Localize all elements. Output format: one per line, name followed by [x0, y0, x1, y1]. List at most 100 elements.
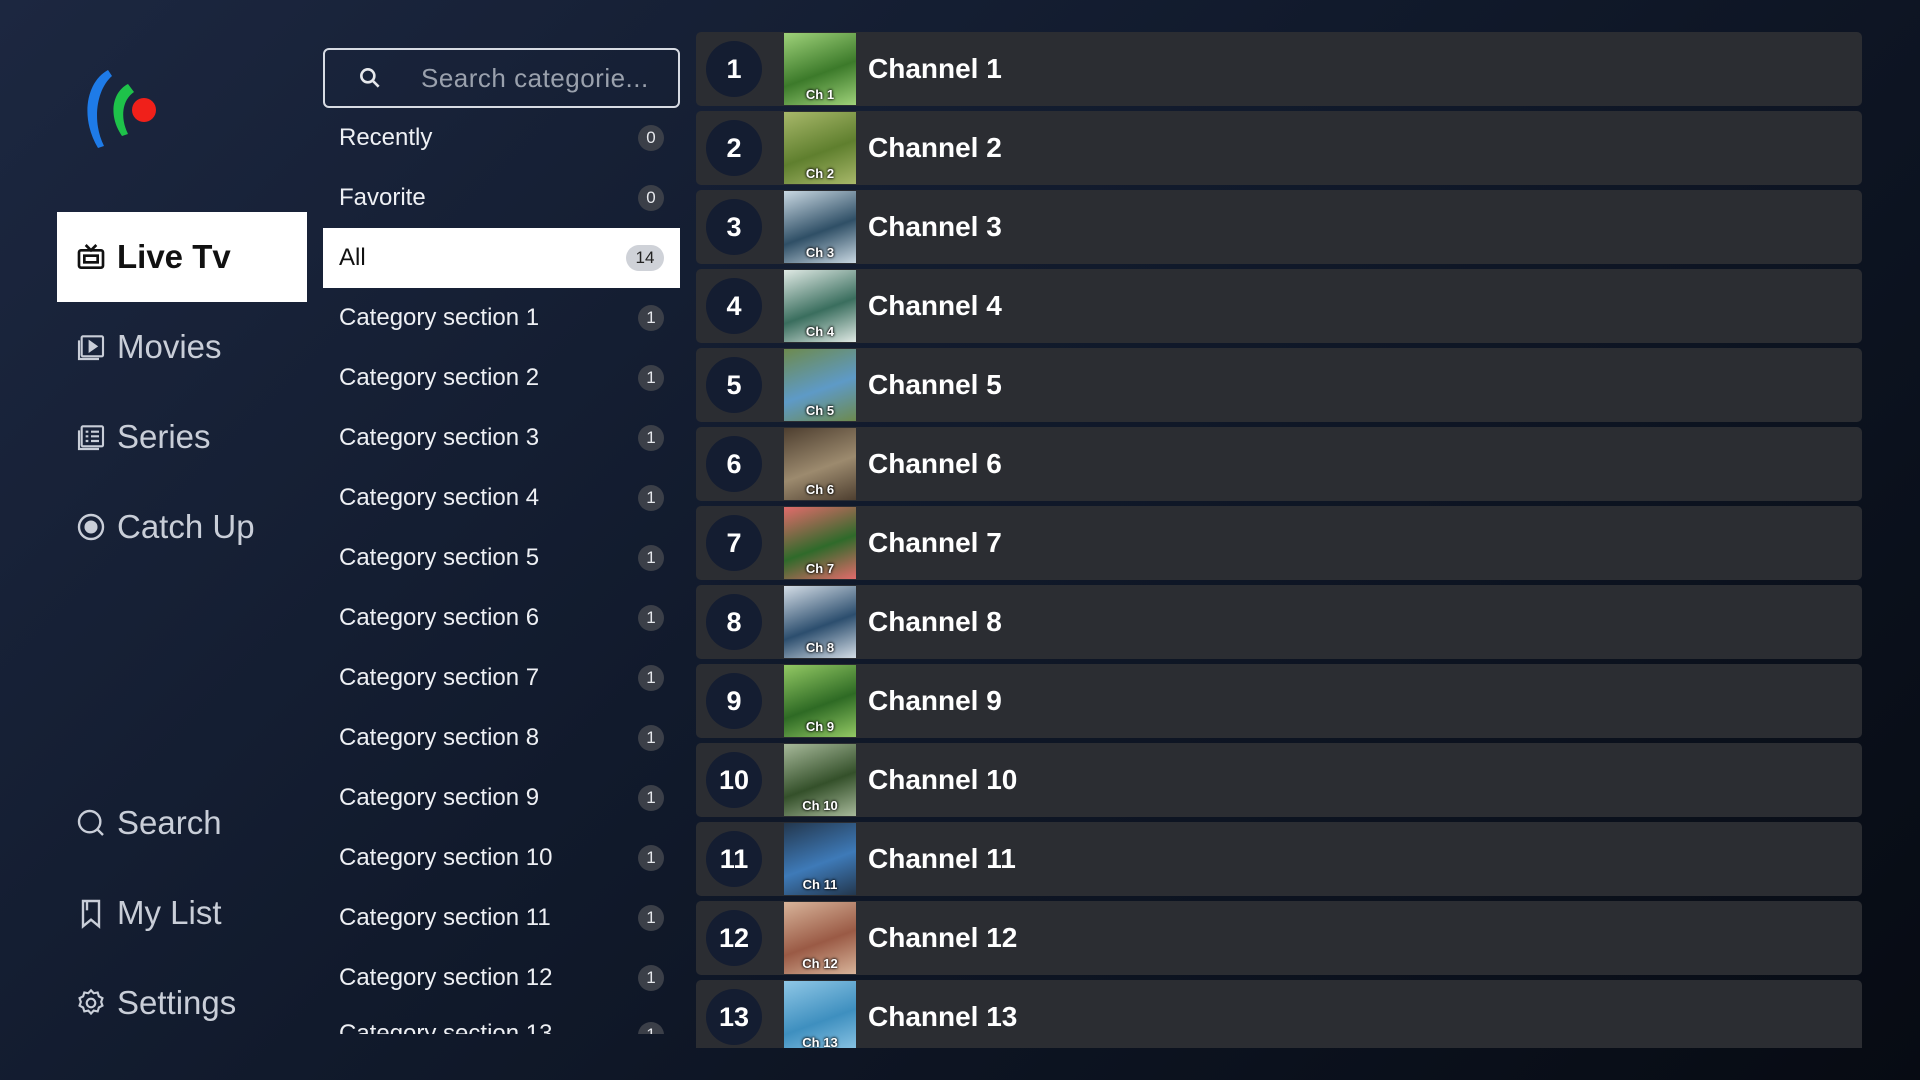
count-badge: 1	[638, 545, 664, 571]
category-item[interactable]: Category section 10 1	[323, 828, 680, 888]
category-label: Category section 4	[339, 484, 540, 511]
count-badge: 1	[638, 725, 664, 751]
category-search-input[interactable]: Search categorie...	[323, 48, 680, 108]
category-item[interactable]: Category section 13 1	[323, 1008, 680, 1034]
channel-name: Channel 11	[868, 843, 1016, 874]
category-item[interactable]: Category section 8 1	[323, 708, 680, 768]
category-item[interactable]: Category section 9 1	[323, 768, 680, 828]
channel-number: 12	[706, 910, 762, 966]
bookmark-icon	[75, 897, 107, 929]
nav-label: My List	[117, 894, 222, 931]
series-list-icon	[75, 421, 107, 453]
thumbnail-label: Ch 4	[805, 324, 835, 339]
main-nav: Live Tv Movies Series Catch Up	[57, 212, 307, 572]
channel-thumbnail: Ch 10	[784, 744, 856, 816]
record-icon	[75, 511, 107, 543]
channel-number: 10	[706, 752, 762, 808]
channel-name: Channel 10	[868, 764, 1018, 795]
thumbnail-label: Ch 1	[805, 87, 835, 102]
channel-name: Channel 13	[868, 1001, 1018, 1032]
channel-row[interactable]: 9 Ch 9 Channel 9	[696, 664, 1862, 738]
category-item[interactable]: Category section 11 1	[323, 888, 680, 948]
category-item[interactable]: Favorite 0	[323, 168, 680, 228]
thumbnail-label: Ch 8	[805, 640, 835, 655]
channel-number: 8	[706, 594, 762, 650]
nav-label: Settings	[117, 984, 237, 1021]
channel-thumbnail: Ch 6	[784, 428, 856, 500]
channel-thumbnail: Ch 4	[784, 270, 856, 342]
nav-item-movies[interactable]: Movies	[57, 302, 307, 392]
category-list: Recently 0 Favorite 0 All 14 Category section …	[323, 108, 680, 1034]
channel-name: Channel 3	[868, 211, 1002, 242]
channel-row[interactable]: 7 Ch 7 Channel 7	[696, 506, 1862, 580]
channel-thumbnail: Ch 2	[784, 112, 856, 184]
channel-thumbnail: Ch 3	[784, 191, 856, 263]
channel-row[interactable]: 3 Ch 3 Channel 3	[696, 190, 1862, 264]
channel-row[interactable]: 4 Ch 4 Channel 4	[696, 269, 1862, 343]
play-box-icon	[75, 331, 107, 363]
category-item[interactable]: Recently 0	[323, 108, 680, 168]
category-item[interactable]: Category section 6 1	[323, 588, 680, 648]
search-icon	[360, 68, 380, 88]
nav-item-my-list[interactable]: My List	[57, 868, 307, 958]
channel-number: 5	[706, 357, 762, 413]
channel-row[interactable]: 6 Ch 6 Channel 6	[696, 427, 1862, 501]
count-badge: 1	[638, 845, 664, 871]
category-item[interactable]: Category section 3 1	[323, 408, 680, 468]
channel-name: Channel 2	[868, 132, 1002, 163]
nav-label: Live Tv	[117, 238, 231, 275]
nav-item-search[interactable]: Search	[57, 778, 307, 868]
channel-row[interactable]: 11 Ch 11 Channel 11	[696, 822, 1862, 896]
app-logo	[87, 70, 156, 148]
channel-thumbnail: Ch 1	[784, 33, 856, 105]
category-item[interactable]: Category section 2 1	[323, 348, 680, 408]
category-label: Favorite	[339, 184, 426, 211]
category-label: Category section 12	[339, 964, 553, 991]
gear-icon	[75, 987, 107, 1019]
count-badge: 1	[638, 1022, 664, 1034]
channel-name: Channel 5	[868, 369, 1002, 400]
count-badge: 1	[638, 425, 664, 451]
channel-name: Channel 9	[868, 685, 1002, 716]
category-label: Category section 2	[339, 364, 540, 391]
nav-item-catch-up[interactable]: Catch Up	[57, 482, 307, 572]
channel-row[interactable]: 12 Ch 12 Channel 12	[696, 901, 1862, 975]
channel-row[interactable]: 1 Ch 1 Channel 1	[696, 32, 1862, 106]
category-label: Category section 10	[339, 844, 553, 871]
category-label: Category section 6	[339, 604, 540, 631]
category-item[interactable]: Category section 1 1	[323, 288, 680, 348]
channel-thumbnail: Ch 13	[784, 981, 856, 1048]
channel-number: 7	[706, 515, 762, 571]
category-item[interactable]: Category section 4 1	[323, 468, 680, 528]
category-label: Category section 3	[339, 424, 540, 451]
channel-row[interactable]: 8 Ch 8 Channel 8	[696, 585, 1862, 659]
nav-item-settings[interactable]: Settings	[57, 958, 307, 1048]
nav-label: Series	[117, 418, 211, 455]
nav-label: Catch Up	[117, 508, 255, 545]
category-item[interactable]: Category section 5 1	[323, 528, 680, 588]
tv-icon	[75, 241, 107, 273]
channel-row[interactable]: 5 Ch 5 Channel 5	[696, 348, 1862, 422]
category-item[interactable]: Category section 12 1	[323, 948, 680, 1008]
thumbnail-label: Ch 11	[802, 877, 838, 892]
nav-item-series[interactable]: Series	[57, 392, 307, 482]
category-item[interactable]: All 14	[323, 228, 680, 288]
thumbnail-label: Ch 2	[805, 166, 835, 181]
count-badge: 0	[638, 125, 664, 151]
channel-thumbnail: Ch 7	[784, 507, 856, 579]
thumbnail-label: Ch 5	[805, 403, 835, 418]
nav-item-live-tv[interactable]: Live Tv	[57, 212, 307, 302]
channel-number: 3	[706, 199, 762, 255]
channel-row[interactable]: 2 Ch 2 Channel 2	[696, 111, 1862, 185]
category-item[interactable]: Category section 7 1	[323, 648, 680, 708]
count-badge: 1	[638, 665, 664, 691]
channel-row[interactable]: 10 Ch 10 Channel 10	[696, 743, 1862, 817]
channel-list: 1 Ch 1 Channel 1 2 Ch 2 Channel 2 3 Ch 3 Channel…	[696, 32, 1862, 1048]
thumbnail-label: Ch 3	[805, 245, 835, 260]
category-label: Category section 11	[339, 904, 551, 931]
channel-thumbnail: Ch 5	[784, 349, 856, 421]
count-badge: 1	[638, 905, 664, 931]
count-badge: 1	[638, 305, 664, 331]
channel-row[interactable]: 13 Ch 13 Channel 13	[696, 980, 1862, 1048]
category-label: Category section 1	[339, 304, 540, 331]
